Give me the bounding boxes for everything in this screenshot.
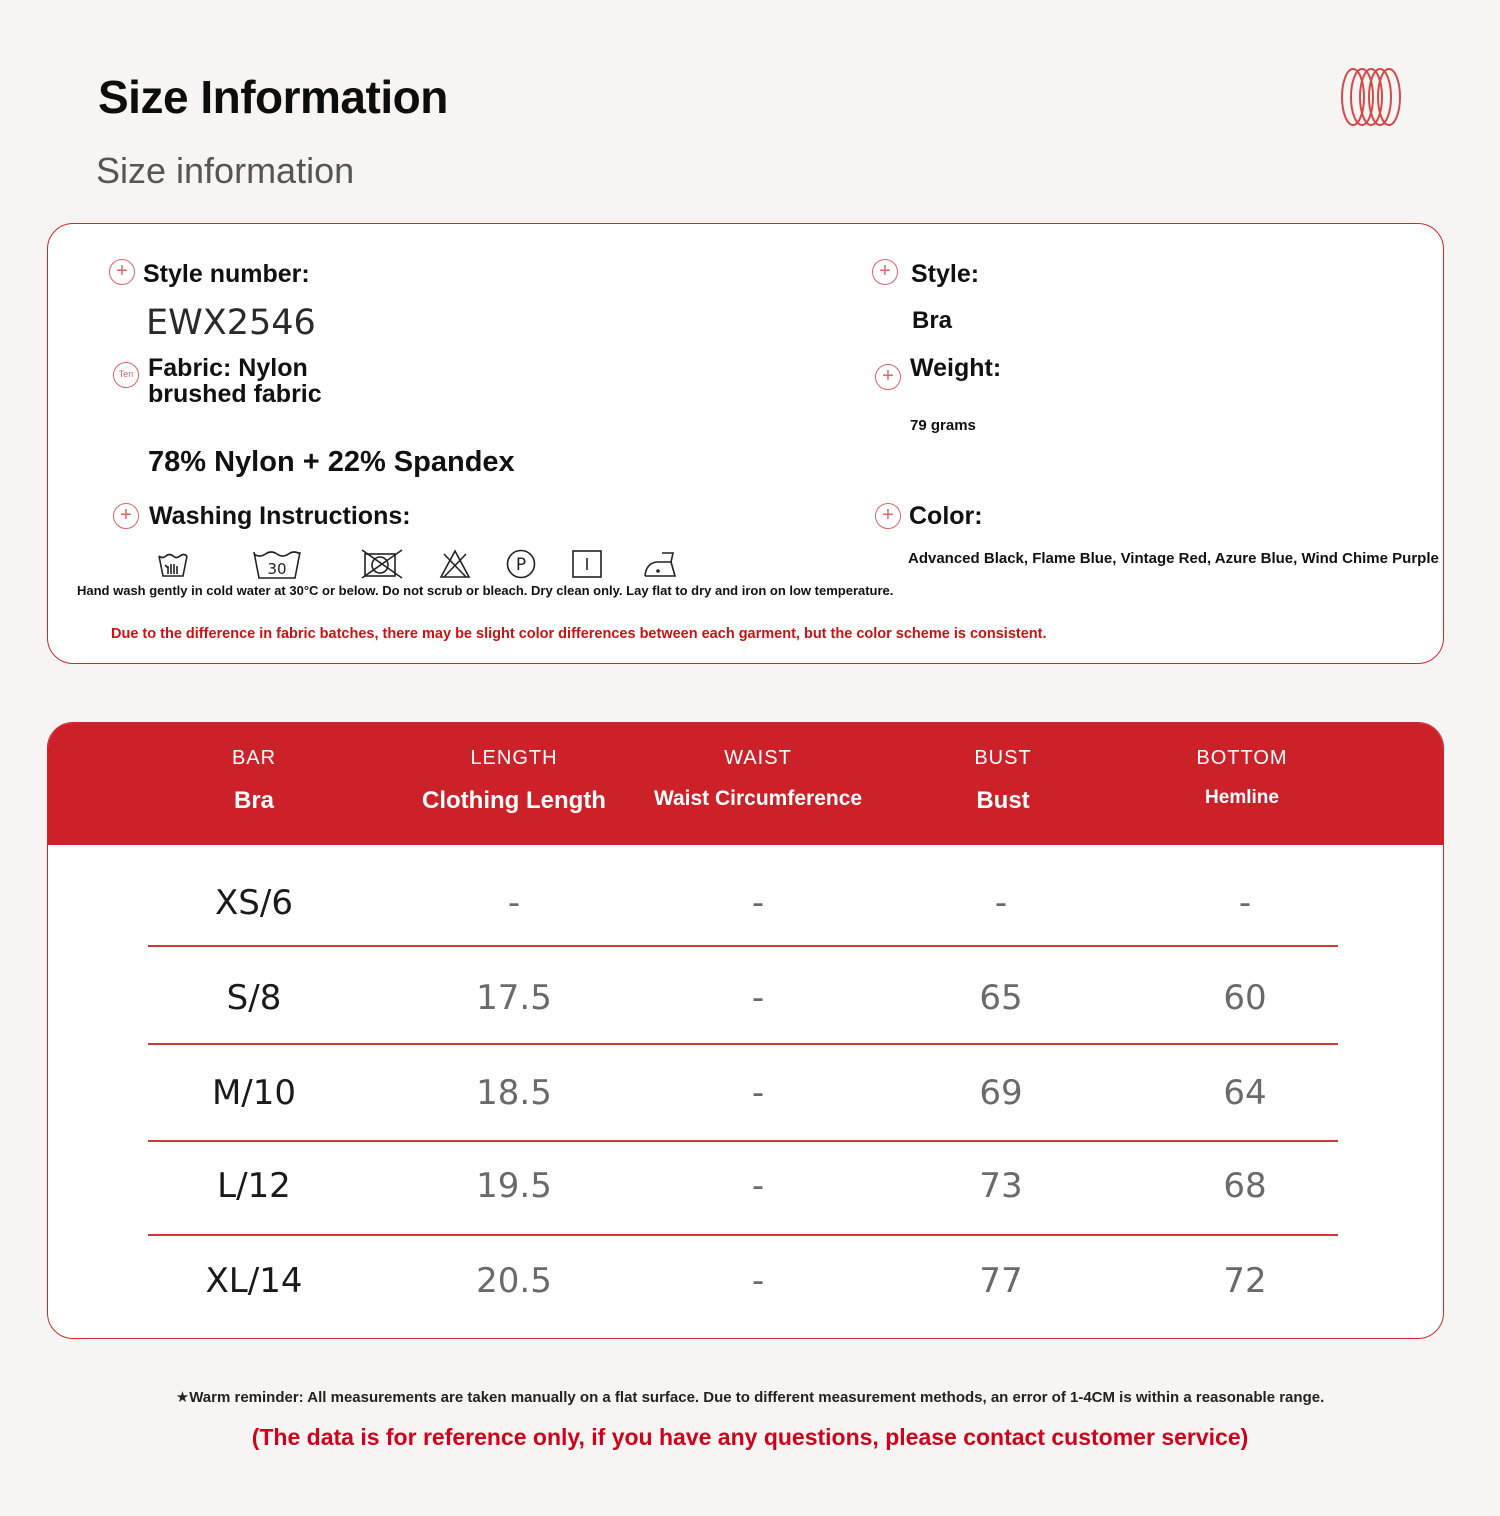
measurement-cell: - <box>751 1073 765 1113</box>
warm-reminder: ★Warm reminder: All measurements are tak… <box>175 1389 1325 1406</box>
washing-note: Hand wash gently in cold water at 30°C o… <box>77 583 894 598</box>
measurement-cell: 72 <box>1223 1261 1267 1301</box>
no-bleach-icon <box>439 549 471 578</box>
measurement-cell: 77 <box>979 1261 1023 1301</box>
measurement-cell: - <box>751 883 765 923</box>
table-header: BAR Bra LENGTH Clothing Length WAIST Wai… <box>48 723 1443 845</box>
color-difference-note: Due to the difference in fabric batches,… <box>111 626 1047 642</box>
measurement-cell: 73 <box>979 1166 1023 1206</box>
measurement-cell: - <box>751 1261 765 1301</box>
measurement-cell: 69 <box>979 1073 1023 1113</box>
measurement-cell: - <box>751 978 765 1018</box>
fabric-composition: 78% Nylon + 22% Spandex <box>148 446 515 478</box>
size-table: BAR Bra LENGTH Clothing Length WAIST Wai… <box>47 722 1444 1339</box>
rings-logo-icon <box>1341 68 1401 126</box>
weight-label: Weight: <box>910 354 1002 382</box>
ten-badge-icon: Ten <box>113 362 139 388</box>
dry-clean-p-icon: P <box>506 549 536 579</box>
size-cell: L/12 <box>217 1166 291 1206</box>
page-subtitle: Size information <box>96 150 355 191</box>
plus-circle-icon: + <box>872 259 898 285</box>
measurement-cell: - <box>751 1166 765 1206</box>
measurement-cell: - <box>1238 883 1252 923</box>
washing-instructions-label: Washing Instructions: <box>149 502 411 530</box>
line-dry-icon <box>572 550 602 578</box>
measurement-cell: 18.5 <box>476 1073 552 1113</box>
iron-low-icon <box>644 552 677 577</box>
measurement-cell: - <box>507 883 521 923</box>
color-options: Advanced Black, Flame Blue, Vintage Red,… <box>908 550 1439 567</box>
plus-circle-icon: + <box>875 503 901 529</box>
measurement-cell: 65 <box>979 978 1023 1018</box>
plus-circle-icon: + <box>875 364 901 390</box>
hand-wash-icon <box>158 553 188 577</box>
fabric-label: Fabric: Nylon brushed fabric <box>148 354 322 408</box>
size-cell: XS/6 <box>215 883 293 923</box>
column-header-en: BAR <box>231 747 277 769</box>
measurement-cell: - <box>994 883 1008 923</box>
svg-text:P: P <box>516 555 526 575</box>
measurement-cell: 64 <box>1223 1073 1267 1113</box>
measurement-cell: 68 <box>1223 1166 1267 1206</box>
column-header-en: BOTTOM <box>1196 747 1288 769</box>
page-title: Size Information <box>98 71 448 123</box>
style-label: Style: <box>911 260 980 288</box>
style-value: Bra <box>912 307 953 334</box>
plus-circle-icon: + <box>113 503 139 529</box>
plus-circle-icon: + <box>109 259 135 285</box>
size-cell: S/8 <box>226 978 282 1018</box>
color-label: Color: <box>909 502 983 530</box>
column-header-label: Hemline <box>1205 787 1279 808</box>
weight-value: 79 grams <box>910 417 976 434</box>
wash-temp-label: 30 <box>267 560 286 578</box>
row-divider <box>148 1140 1338 1142</box>
no-tumble-dry-icon <box>361 549 403 579</box>
row-divider <box>148 1043 1338 1045</box>
column-header-label: Bra <box>233 787 275 814</box>
style-number-value: EWX2546 <box>146 303 316 343</box>
row-divider <box>148 945 1338 947</box>
size-cell: XL/14 <box>205 1261 303 1301</box>
contact-note: (The data is for reference only, if you … <box>251 1424 1249 1450</box>
wash-30-icon: 30 <box>253 551 301 579</box>
row-divider <box>148 1234 1338 1236</box>
measurement-cell: 20.5 <box>476 1261 552 1301</box>
size-cell: M/10 <box>211 1073 297 1113</box>
measurement-cell: 17.5 <box>476 978 552 1018</box>
style-number-label: Style number: <box>143 260 310 288</box>
measurement-cell: 19.5 <box>476 1166 552 1206</box>
measurement-cell: 60 <box>1223 978 1267 1018</box>
